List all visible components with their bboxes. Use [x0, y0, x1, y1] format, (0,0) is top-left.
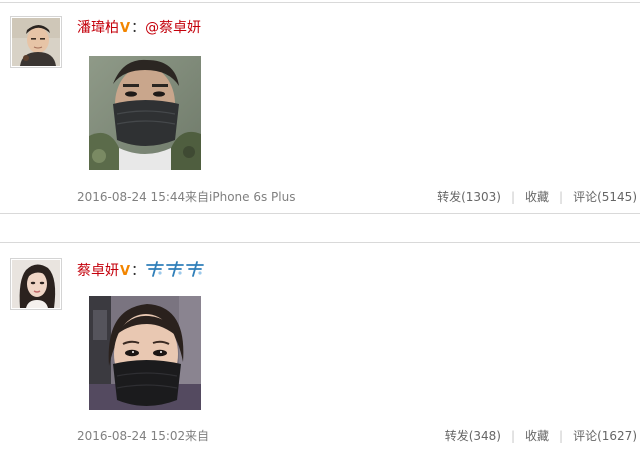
comment-button[interactable]: 评论(1627): [573, 429, 637, 443]
comment-button[interactable]: 评论(5145): [573, 190, 637, 204]
post-timestamp[interactable]: 2016-08-24 15:44: [77, 189, 185, 205]
post-actions: 转发(348) | 收藏 | 评论(1627): [445, 428, 637, 444]
action-separator: |: [510, 190, 516, 204]
vip-badge-icon: V: [120, 21, 131, 36]
avatar-man-photo-icon: [12, 18, 60, 66]
author-avatar[interactable]: [10, 16, 62, 68]
action-separator: |: [510, 429, 516, 443]
source-label: 来自: [185, 190, 210, 204]
repost-button[interactable]: 转发(348): [445, 429, 501, 443]
action-separator: |: [559, 429, 564, 443]
avatar-woman-photo-icon: [12, 260, 60, 308]
action-separator: |: [559, 190, 564, 204]
author-name[interactable]: 蔡卓妍: [77, 263, 119, 279]
header-colon: ：: [131, 263, 146, 279]
post-source: 来自: [185, 428, 209, 444]
post-timestamp[interactable]: 2016-08-24 15:02: [77, 428, 185, 444]
author-name[interactable]: 潘瑋柏: [77, 20, 119, 36]
favorite-button[interactable]: 收藏: [525, 429, 549, 443]
airplane-emoji-icon: [145, 260, 205, 283]
feed-post: 蔡卓妍V： 2016-08-24 15:02 来自 转发(348) | 收藏 |…: [0, 243, 640, 450]
source-label: 来自: [185, 429, 210, 443]
repost-button[interactable]: 转发(1303): [437, 190, 501, 204]
man-wearing-black-mask-photo-icon: [89, 56, 201, 170]
post-image[interactable]: [89, 56, 201, 170]
vip-badge-icon: V: [120, 264, 131, 279]
post-image[interactable]: [89, 296, 201, 410]
post-meta: 2016-08-24 15:02 来自 转发(348) | 收藏 | 评论(1627): [77, 428, 637, 444]
mention-link[interactable]: @蔡卓妍: [145, 20, 201, 36]
post-header: 蔡卓妍V：: [77, 260, 205, 283]
author-avatar[interactable]: [10, 258, 62, 310]
post-divider: [0, 213, 640, 214]
woman-wearing-black-mask-photo-icon: [89, 296, 201, 410]
post-actions: 转发(1303) | 收藏 | 评论(5145): [437, 189, 637, 205]
post-header: 潘瑋柏V：@蔡卓妍: [77, 19, 201, 38]
post-source: 来自iPhone 6s Plus: [185, 189, 295, 205]
feed-post: 潘瑋柏V：@蔡卓妍 2016-08-24 15:44 来自iPhone 6s P…: [0, 0, 640, 213]
header-colon: ：: [131, 20, 146, 36]
favorite-button[interactable]: 收藏: [525, 190, 549, 204]
source-device[interactable]: iPhone 6s Plus: [209, 190, 295, 204]
post-meta: 2016-08-24 15:44 来自iPhone 6s Plus 转发(130…: [77, 189, 637, 205]
